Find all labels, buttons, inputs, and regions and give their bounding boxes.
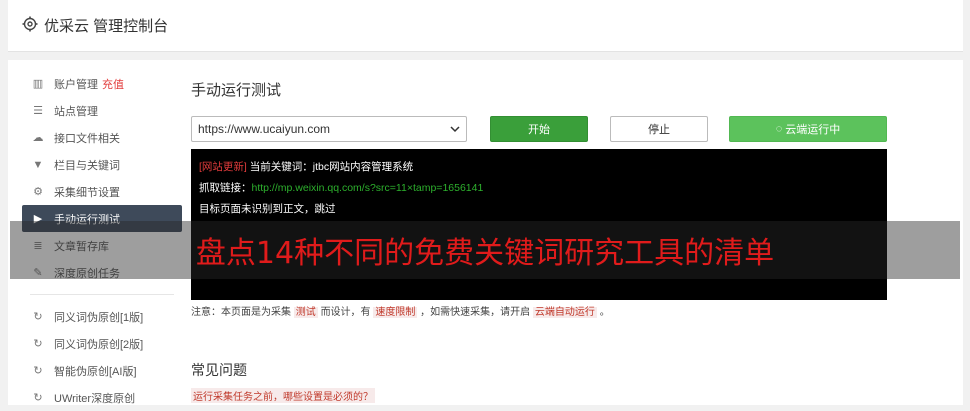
app-title: 优采云 管理控制台 [44, 18, 169, 35]
refresh-icon: ↻ [33, 311, 43, 323]
watermark-banner: 盘点14种不同的免费关键词研究工具的清单 [10, 221, 960, 279]
refresh-icon: ↻ [33, 338, 43, 350]
bar-chart-icon: ▥ [32, 78, 44, 90]
filter-icon: ▼ [32, 158, 44, 171]
log-line: [网站更新] 当前关键词：jtbc网站内容管理系统 [199, 160, 879, 181]
sidebar-divider [30, 294, 174, 295]
faq-heading: 常见问题 [191, 362, 247, 378]
sidebar-item-label: 站点管理 [54, 105, 98, 118]
log-text: 目标页面未识别到正文，跳过 [199, 203, 336, 215]
notice-part: ，如需快速采集，请开启 [420, 307, 531, 318]
url-select[interactable]: https://www.ucaiyun.com [191, 116, 467, 142]
top-bar: 优采云 管理控制台 [8, 0, 963, 52]
notice-keyword: 速度限制 [373, 307, 418, 318]
server-icon: ☰ [33, 105, 43, 117]
log-label: 抓取链接： [199, 182, 252, 194]
log-text: 当前关键词：jtbc网站内容管理系统 [246, 161, 414, 173]
sidebar-item-label: UWriter深度原创 [54, 392, 136, 405]
cloud-upload-icon: ☁ [32, 132, 44, 144]
sidebar-item-account[interactable]: ▥ 账户管理 充值 [22, 70, 182, 97]
sidebar-item-collect-settings[interactable]: ⚙ 采集细节设置 [22, 178, 182, 205]
faq-link[interactable]: 运行采集任务之前，哪些设置是必须的？ [191, 388, 375, 403]
cloud-run-label: 云端运行中 [785, 124, 841, 136]
log-url[interactable]: http://mp.weixin.qq.com/s?src=11×tamp=16… [252, 182, 484, 194]
log-line: 目标页面未识别到正文，跳过 [199, 202, 879, 223]
watermark-text: 盘点14种不同的免费关键词研究工具的清单 [195, 236, 775, 271]
sidebar-item-interface-files[interactable]: ☁ 接口文件相关 [22, 124, 182, 151]
gears-icon: ⚙ [33, 186, 43, 198]
refresh-icon: ↻ [33, 392, 43, 404]
sidebar-item-sites[interactable]: ☰ 站点管理 [22, 97, 182, 124]
gear-icon [22, 16, 38, 32]
page-title: 手动运行测试 [191, 82, 282, 99]
sidebar-item-label: 账户管理 [54, 78, 98, 91]
log-tag: [网站更新] [199, 161, 247, 173]
log-line: 抓取链接：http://mp.weixin.qq.com/s?src=11×ta… [199, 181, 879, 202]
stop-button[interactable]: 停止 [610, 116, 708, 142]
sidebar-item-label: 栏目与关键词 [54, 159, 120, 172]
refresh-icon: ↻ [33, 365, 43, 377]
sidebar-item-label: 智能伪原创[AI版] [54, 365, 137, 378]
notice-part: 注意：本页面是为采集 [191, 307, 291, 318]
notice-text: 注意：本页面是为采集 测试 而设计，有 速度限制 ，如需快速采集，请开启 云端自… [191, 303, 610, 318]
start-button[interactable]: 开始 [490, 116, 588, 142]
sidebar-item-label: 采集细节设置 [54, 186, 120, 199]
sidebar-item-columns-keywords[interactable]: ▼ 栏目与关键词 [22, 151, 182, 178]
cloud-run-button[interactable]: ◌ 云端运行中 [729, 116, 887, 142]
notice-part: 而设计，有 [320, 307, 371, 318]
sidebar-item-label: 同义词伪原创[1版] [54, 311, 144, 324]
notice-part: 。 [599, 307, 610, 318]
chevron-down-icon [450, 126, 460, 133]
sidebar-item-synonym-v2[interactable]: ↻ 同义词伪原创[2版] [22, 330, 182, 357]
recharge-link[interactable]: 充值 [102, 76, 124, 92]
url-select-value: https://www.ucaiyun.com [198, 122, 331, 136]
sidebar-item-synonym-v1[interactable]: ↻ 同义词伪原创[1版] [22, 303, 182, 330]
spinner-icon: ◌ [775, 123, 783, 135]
cloud-auto-run-link[interactable]: 云端自动运行 [532, 307, 597, 318]
notice-keyword: 测试 [293, 307, 318, 318]
sidebar-item-label: 接口文件相关 [54, 132, 120, 145]
sidebar-item-ai-pseudo[interactable]: ↻ 智能伪原创[AI版] [22, 357, 182, 384]
sidebar-item-label: 同义词伪原创[2版] [54, 338, 144, 351]
sidebar-item-uwriter[interactable]: ↻ UWriter深度原创 [22, 384, 182, 411]
